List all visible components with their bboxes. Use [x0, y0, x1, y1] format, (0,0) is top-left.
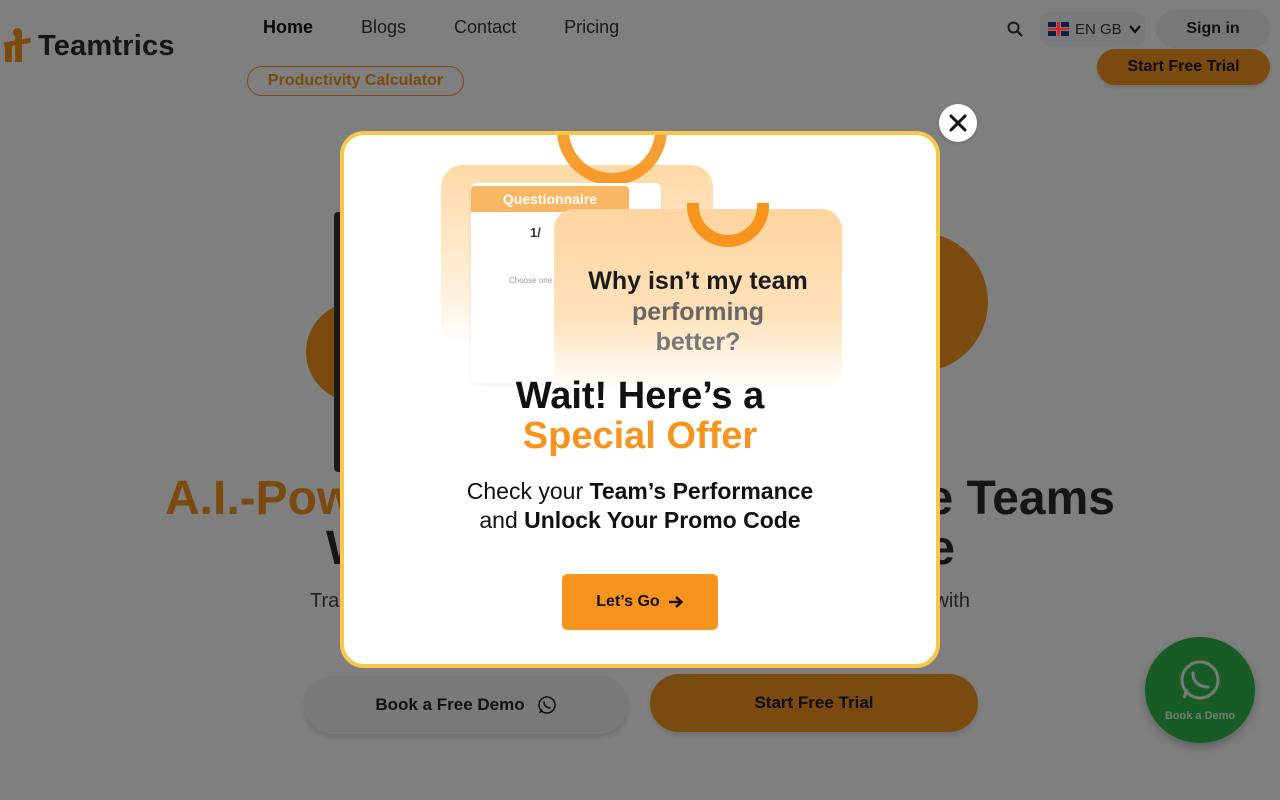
question-counter: 1/: [530, 225, 541, 240]
close-modal-button[interactable]: [939, 104, 977, 142]
modal-title: Wait! Here’s a: [515, 375, 765, 417]
modal-subtitle-text: and: [479, 507, 525, 533]
modal-subtitle: and Unlock Your Promo Code: [344, 507, 936, 534]
illustration-question-card: Why isn’t my team performing better?: [554, 203, 842, 389]
modal-subtitle: Check your Team’s Performance: [344, 478, 936, 505]
modal-subtitle-bold: Unlock Your Promo Code: [524, 507, 801, 533]
question-line: better?: [655, 328, 741, 356]
modal-subtitle-text: Check your: [466, 478, 590, 504]
close-icon: [949, 114, 967, 132]
lets-go-button[interactable]: Let’s Go: [562, 574, 718, 630]
modal-subtitle-bold: Team’s Performance: [589, 478, 814, 504]
question-line: performing: [632, 298, 764, 326]
special-offer-modal: Questionnaire 1/ Choose one Why isn’t my…: [340, 131, 940, 668]
lets-go-label: Let’s Go: [596, 593, 660, 610]
arrow-right-icon: [668, 596, 683, 608]
question-line: Why isn’t my team: [588, 267, 808, 295]
modal-title-highlight: Special Offer: [522, 415, 758, 457]
choose-hint: Choose one: [509, 276, 553, 285]
